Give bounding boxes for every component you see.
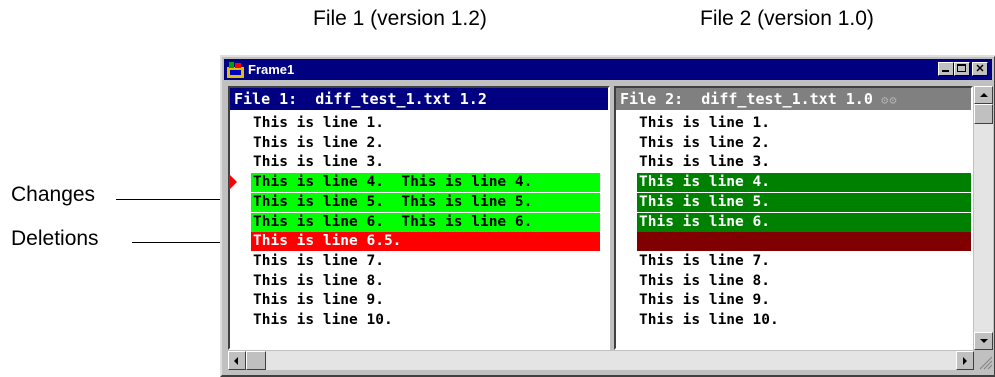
arrow-left-icon bbox=[234, 357, 238, 365]
scroll-down-button[interactable] bbox=[974, 332, 993, 350]
scroll-right-button[interactable] bbox=[956, 351, 974, 370]
left-pane-header: File 1: diff_test_1.txt 1.2 bbox=[230, 88, 608, 110]
app-icon bbox=[227, 62, 244, 78]
right-pane-header: File 2: diff_test_1.txt 1.0 ⚙⚙ bbox=[616, 88, 971, 110]
minimize-button[interactable] bbox=[938, 62, 954, 76]
close-icon: ✕ bbox=[975, 63, 985, 75]
diff-line-changed[interactable]: This is line 6. bbox=[637, 212, 971, 232]
diff-line-changed[interactable]: This is line 4. bbox=[637, 173, 971, 193]
diff-line-same[interactable]: This is line 1. bbox=[637, 114, 971, 133]
title-bar[interactable]: Frame1 ✕ bbox=[224, 59, 992, 80]
close-button[interactable]: ✕ bbox=[972, 62, 988, 76]
diff-line-same[interactable]: This is line 8. bbox=[251, 272, 600, 291]
arrow-down-icon bbox=[980, 339, 988, 343]
resize-grip-icon[interactable] bbox=[974, 351, 993, 370]
window-title: Frame1 bbox=[248, 62, 295, 77]
diff-line-changed[interactable]: This is line 4. This is line 4. bbox=[251, 173, 600, 193]
diff-line-deleted[interactable]: This is line 6.5. bbox=[251, 232, 600, 252]
scroll-up-button[interactable] bbox=[974, 86, 993, 104]
scroll-left-button[interactable] bbox=[228, 351, 246, 370]
current-change-marker-icon bbox=[229, 174, 237, 190]
minimize-icon bbox=[942, 70, 949, 72]
diff-line-same[interactable]: This is line 8. bbox=[637, 272, 971, 291]
diff-line-changed[interactable]: This is line 5. This is line 5. bbox=[251, 192, 600, 212]
diff-line-same[interactable]: This is line 10. bbox=[637, 311, 971, 330]
diff-line-same[interactable]: This is line 7. bbox=[251, 252, 600, 271]
diff-line-same[interactable]: This is line 3. bbox=[251, 153, 600, 172]
diff-line-same[interactable]: This is line 2. bbox=[637, 134, 971, 153]
file1-caption: File 1 (version 1.2) bbox=[313, 7, 487, 30]
diff-line-deleted[interactable] bbox=[637, 232, 971, 252]
diff-line-same[interactable]: This is line 9. bbox=[637, 291, 971, 310]
diff-line-same[interactable]: This is line 9. bbox=[251, 291, 600, 310]
frame1-window: Frame1 ✕ File 1: diff_test_1.txt 1.2 Thi… bbox=[220, 55, 995, 377]
diff-line-same[interactable]: This is line 7. bbox=[637, 252, 971, 271]
left-file-pane[interactable]: File 1: diff_test_1.txt 1.2 This is line… bbox=[228, 86, 610, 350]
arrow-up-icon bbox=[980, 93, 988, 97]
diff-line-same[interactable]: This is line 3. bbox=[637, 153, 971, 172]
sync-scroll-icon: ⚙⚙ bbox=[872, 93, 898, 107]
maximize-button[interactable] bbox=[954, 62, 970, 76]
vertical-scroll-thumb[interactable] bbox=[974, 104, 993, 124]
vertical-scrollbar[interactable] bbox=[974, 86, 993, 350]
diff-line-changed[interactable]: This is line 6. This is line 6. bbox=[251, 212, 600, 232]
changes-callout: Changes bbox=[11, 183, 96, 206]
file2-caption: File 2 (version 1.0) bbox=[700, 7, 874, 30]
diff-line-same[interactable]: This is line 2. bbox=[251, 134, 600, 153]
deletions-callout: Deletions bbox=[11, 227, 99, 250]
arrow-right-icon bbox=[963, 357, 967, 365]
right-pane-header-label: File 2: diff_test_1.txt 1.0 bbox=[620, 90, 873, 108]
right-file-pane[interactable]: File 2: diff_test_1.txt 1.0 ⚙⚙ This is l… bbox=[614, 86, 973, 350]
horizontal-scroll-thumb[interactable] bbox=[246, 351, 266, 370]
maximize-icon bbox=[957, 64, 966, 72]
diff-line-changed[interactable]: This is line 5. bbox=[637, 192, 971, 212]
diff-line-same[interactable]: This is line 1. bbox=[251, 114, 600, 133]
diff-line-same[interactable]: This is line 10. bbox=[251, 311, 600, 330]
horizontal-scrollbar[interactable] bbox=[228, 351, 974, 370]
